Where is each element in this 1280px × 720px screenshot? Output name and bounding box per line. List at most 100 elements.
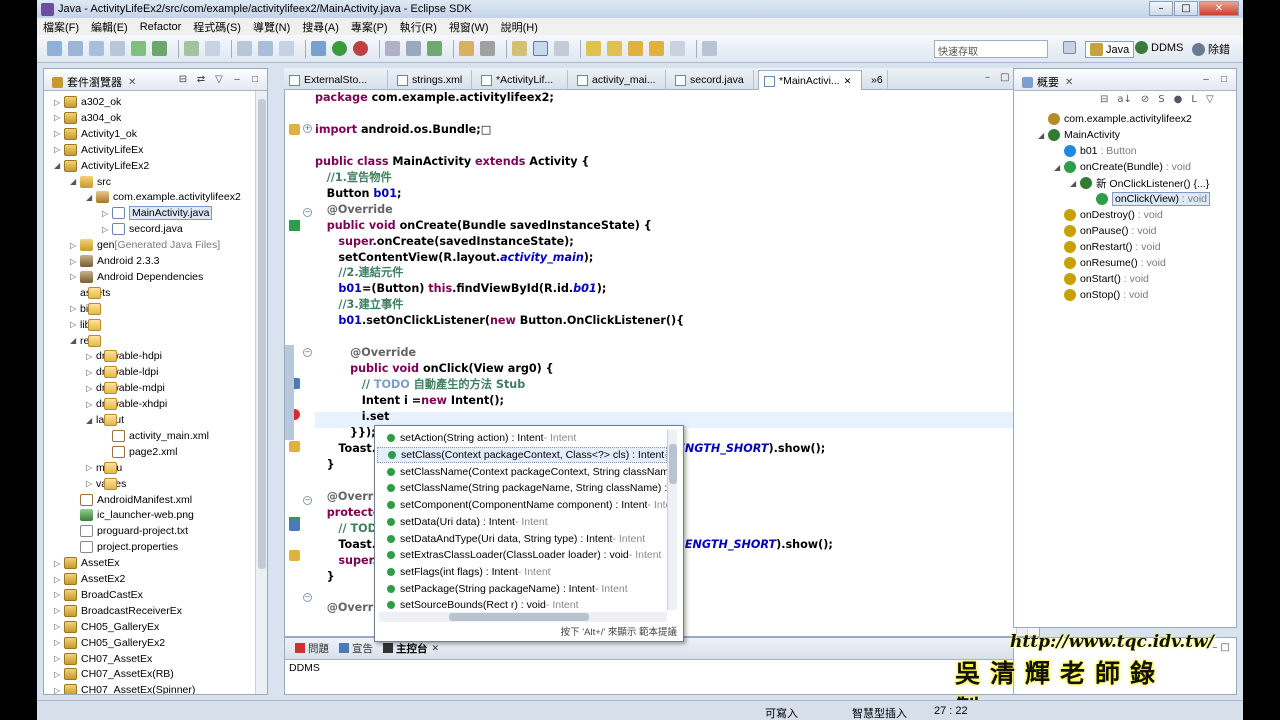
console-tab[interactable]: 宣告 <box>339 641 373 656</box>
expand-toggle-icon[interactable]: ▷ <box>86 400 96 409</box>
run-icon[interactable] <box>332 41 347 56</box>
expand-toggle-icon[interactable]: ▷ <box>54 654 64 663</box>
menu-item-3[interactable]: 程式碼(S) <box>187 19 247 35</box>
completion-scrollbar[interactable] <box>667 430 677 610</box>
code-line[interactable]: Intent i =new Intent(); <box>315 393 504 409</box>
maximize-button[interactable]: □ <box>1174 1 1198 16</box>
android-sdk-icon[interactable] <box>131 41 146 56</box>
outline-item[interactable]: ◢ 新 OnClickListener() {...} <box>1070 175 1209 191</box>
expand-toggle-icon[interactable]: ◢ <box>70 336 80 345</box>
expand-toggle-icon[interactable]: ▷ <box>86 479 96 488</box>
expand-toggle-icon[interactable]: ▷ <box>54 575 64 584</box>
code-line[interactable]: //3.建立事件 <box>315 297 403 313</box>
expand-toggle-icon[interactable]: ▷ <box>54 559 64 568</box>
explorer-item[interactable]: ▷ CH07_AssetEx <box>54 651 152 667</box>
code-line[interactable]: public class MainActivity extends Activi… <box>315 154 589 170</box>
expand-toggle-icon[interactable]: ▷ <box>70 241 80 250</box>
console-tab[interactable]: 問題 <box>295 641 329 656</box>
maximize-view-icon[interactable]: □ <box>249 73 261 85</box>
menu-item-5[interactable]: 搜尋(A) <box>296 19 345 35</box>
completion-item[interactable]: setClassName(String packageName, String … <box>377 480 667 497</box>
editor-tab[interactable]: »6 <box>866 70 888 90</box>
explorer-item[interactable]: ▷ Android 2.3.3 <box>70 253 159 269</box>
fold-toggle-icon[interactable]: + <box>303 124 312 133</box>
collapse-all-icon[interactable]: ⊟ <box>177 73 189 85</box>
new-icon[interactable] <box>47 41 62 56</box>
explorer-item[interactable]: ▷ gen [Generated Java Files] <box>70 237 220 253</box>
menu-item-1[interactable]: 編輯(E) <box>85 19 134 35</box>
explorer-item[interactable]: ▷ secord.java <box>102 221 183 237</box>
expand-toggle-icon[interactable]: ◢ <box>86 416 96 425</box>
fold-toggle-icon[interactable]: − <box>303 208 312 217</box>
task-marker-icon[interactable] <box>289 520 300 531</box>
expand-toggle-icon[interactable]: ▷ <box>54 590 64 599</box>
code-line[interactable]: import android.os.Bundle;□ <box>315 122 491 138</box>
expand-toggle-icon[interactable]: ▷ <box>86 368 96 377</box>
explorer-item[interactable]: ▷ BroadcastReceiverEx <box>54 603 182 619</box>
explorer-item[interactable]: ▷ AssetEx <box>54 555 120 571</box>
debug-icon[interactable] <box>311 41 326 56</box>
completion-item[interactable]: setData(Uri data) : Intent - Intent <box>377 514 667 531</box>
content-assist-popup[interactable]: setAction(String action) : Intent - Inte… <box>374 425 684 642</box>
fold-toggle-icon[interactable]: − <box>303 348 312 357</box>
explorer-item[interactable]: project.properties <box>70 539 178 555</box>
explorer-item[interactable]: page2.xml <box>102 444 177 460</box>
expand-toggle-icon[interactable]: ▷ <box>54 129 64 138</box>
explorer-item[interactable]: ▷ AssetEx2 <box>54 571 125 587</box>
expand-toggle-icon[interactable]: ▷ <box>54 145 64 154</box>
outline-item[interactable]: ◢ MainActivity <box>1038 127 1120 143</box>
maximize-editor-icon[interactable]: □ <box>1000 72 1009 83</box>
code-line[interactable]: //1.宣告物件 <box>315 170 392 186</box>
override-marker-icon[interactable] <box>289 220 300 231</box>
completion-item[interactable]: setFlags(int flags) : Intent - Intent <box>377 564 667 581</box>
completion-item[interactable]: setAction(String action) : Intent - Inte… <box>377 430 667 447</box>
save-icon[interactable] <box>68 41 83 56</box>
fold-toggle-icon[interactable]: − <box>303 496 312 505</box>
expand-toggle-icon[interactable]: ◢ <box>1070 179 1080 188</box>
editor-tab[interactable]: secord.java <box>670 70 754 90</box>
minimize-view-icon[interactable]: – <box>231 73 243 85</box>
explorer-item[interactable]: ▷ CH07_AssetEx(RB) <box>54 666 174 682</box>
expand-toggle-icon[interactable]: ▷ <box>70 304 80 313</box>
code-line[interactable]: // TODO 自動產生的方法 Stub <box>315 377 526 393</box>
perspective-ddms[interactable]: DDMS <box>1135 41 1183 54</box>
code-line[interactable]: b01=(Button) this.findViewById(R.id.b01)… <box>315 281 606 297</box>
outline-item[interactable]: onResume() : void <box>1054 255 1166 271</box>
explorer-item[interactable]: proguard-project.txt <box>70 523 188 539</box>
menu-item-4[interactable]: 導覽(N) <box>247 19 296 35</box>
quick-access-input[interactable]: 快速存取 <box>934 40 1048 58</box>
outline-minimize-icon[interactable]: – <box>1200 73 1212 85</box>
outline-maximize-icon[interactable]: □ <box>1218 73 1230 85</box>
code-line[interactable]: package com.example.activitylifeex2; <box>315 90 554 106</box>
explorer-item[interactable]: ▷menu <box>86 460 122 476</box>
open-perspective-icon[interactable] <box>427 41 442 56</box>
outline-item[interactable]: ◢ onCreate(Bundle) : void <box>1054 159 1191 175</box>
explorer-item[interactable]: ▷ CH05_GalleryEx <box>54 619 159 635</box>
close-outline-icon[interactable]: ✕ <box>1065 77 1073 88</box>
explorer-item[interactable]: ▷ ActivityLifeEx <box>54 142 143 158</box>
code-line[interactable]: } <box>315 569 335 585</box>
external-tools-icon[interactable] <box>353 41 368 56</box>
expand-toggle-icon[interactable]: ▷ <box>54 670 64 679</box>
completion-item[interactable]: setExtrasClassLoader(ClassLoader loader)… <box>377 547 667 564</box>
close-tab-icon[interactable]: ✕ <box>844 76 852 87</box>
code-line[interactable]: public void onCreate(Bundle savedInstanc… <box>315 218 652 234</box>
explorer-item[interactable]: ▷ MainActivity.java <box>102 205 213 221</box>
explorer-item[interactable]: ▷ drawable-xhdpi <box>86 396 167 412</box>
expand-toggle-icon[interactable]: ▷ <box>54 606 64 615</box>
last-edit-icon[interactable] <box>670 41 685 56</box>
expand-toggle-icon[interactable]: ◢ <box>1054 163 1064 172</box>
explorer-item[interactable]: ▷libs <box>70 317 101 333</box>
new-android-project-icon[interactable] <box>205 41 220 56</box>
outline-item[interactable]: onDestroy() : void <box>1054 207 1163 223</box>
explorer-item[interactable]: ▷ Activity1_ok <box>54 126 137 142</box>
quickfix-icon[interactable] <box>289 441 300 452</box>
explorer-scrollbar[interactable] <box>255 91 267 694</box>
print-icon[interactable] <box>110 41 125 56</box>
code-line[interactable]: setContentView(R.layout.activity_main); <box>315 250 593 266</box>
explorer-item[interactable]: ◢ com.example.activitylifeex2 <box>86 189 241 205</box>
expand-toggle-icon[interactable]: ▷ <box>102 225 112 234</box>
explorer-item[interactable]: ▷ CH07_AssetEx(Spinner) <box>54 682 195 694</box>
editor-tab[interactable]: ExternalSto... <box>284 70 388 90</box>
forward-icon[interactable] <box>649 41 664 56</box>
